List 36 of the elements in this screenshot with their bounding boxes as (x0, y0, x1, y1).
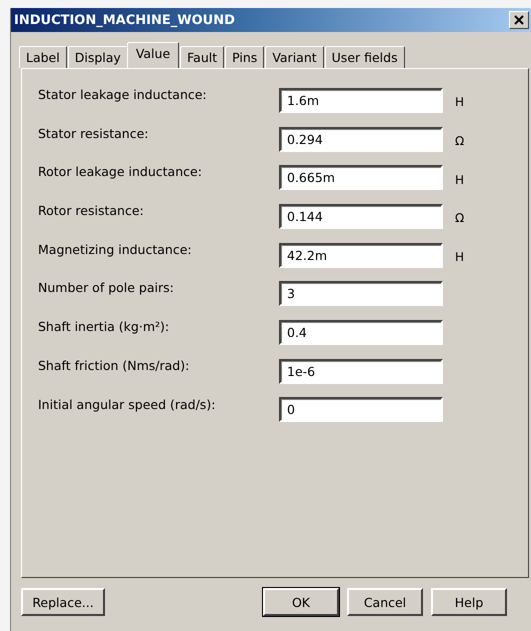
tab[interactable]: Pins (225, 46, 264, 68)
tab[interactable]: User fields (324, 46, 405, 68)
input-field[interactable]: 0.4 (279, 320, 443, 345)
window-title: INDUCTION_MACHINE_WOUND (14, 12, 235, 28)
input-field[interactable]: 0 (279, 397, 443, 422)
field-label: Magnetizing inductance: (38, 242, 193, 257)
field-label: Shaft inertia (kg·m²): (38, 319, 170, 334)
input-field[interactable]: 0.665m (279, 165, 443, 190)
tab[interactable]: Display (68, 46, 128, 68)
unit-label: Ω (455, 134, 466, 148)
dialog-button[interactable]: Help (431, 588, 507, 616)
field-label: Rotor leakage inductance: (38, 164, 203, 180)
tab[interactable]: Fault (180, 46, 224, 68)
input-field[interactable]: 0.294 (279, 126, 443, 152)
dialog-button[interactable]: OK (263, 588, 339, 616)
unit-label: H (455, 95, 466, 110)
dialog-button[interactable]: Replace... (21, 588, 105, 616)
field-label: Shaft friction (Nms/rad): (38, 358, 190, 373)
tab[interactable]: Value (126, 42, 180, 68)
close-icon[interactable] (509, 11, 529, 29)
field-label: Stator leakage inductance: (38, 87, 208, 102)
input-field[interactable]: 1.6m (279, 88, 443, 113)
unit-label: H (455, 250, 466, 264)
input-field[interactable]: 3 (279, 281, 443, 306)
dialog-button[interactable]: Cancel (347, 588, 423, 616)
field-label: Number of pole pairs: (38, 280, 175, 296)
tab[interactable]: Label (19, 46, 67, 68)
field-label: Stator resistance: (38, 126, 150, 141)
input-field[interactable]: 1e-6 (279, 358, 443, 384)
unit-label: Ω (455, 211, 466, 226)
unit-label: H (455, 172, 466, 187)
input-field[interactable]: 42.2m (279, 242, 443, 268)
field-label: Initial angular speed (rad/s): (38, 396, 216, 412)
field-label: Rotor resistance: (38, 203, 145, 218)
tab[interactable]: Variant (265, 46, 324, 68)
input-field[interactable]: 0.144 (279, 204, 443, 229)
